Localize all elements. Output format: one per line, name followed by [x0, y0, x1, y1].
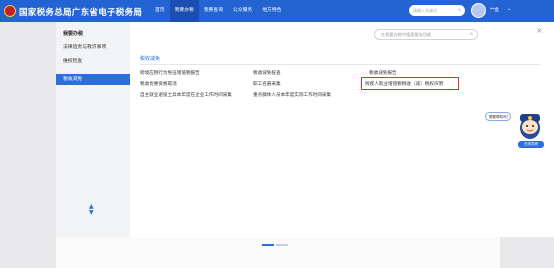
header-search-placeholder: 请输入关键词	[413, 8, 437, 13]
assistant-avatar-icon[interactable]	[516, 111, 544, 141]
link-cross-border-exemption[interactable]: 跨境应税行为免征增值税报告	[140, 70, 200, 76]
nav-tax-handling[interactable]: 我要办税	[169, 0, 199, 22]
link-relief-review[interactable]: 税收减免核查	[253, 70, 281, 76]
search-icon[interactable]: ⌕	[470, 31, 473, 37]
nav-local-feature[interactable]: 地方特色	[257, 0, 286, 22]
sidebar-item-tax-relief[interactable]: 税收减免	[56, 74, 130, 85]
panel-search-input[interactable]: 在我要办税中搜索服务功能 ⌕	[374, 29, 478, 40]
highlight-box	[361, 77, 459, 90]
tax-emblem-logo	[4, 5, 16, 17]
top-header: 国家税务总局广东省电子税务局 首页 我要办税 我要查询 公众服务 地方特色 请输…	[0, 0, 554, 22]
carousel-indicator-active[interactable]	[262, 244, 274, 246]
user-name[interactable]: **金	[490, 7, 499, 13]
lower-content-area	[56, 237, 500, 268]
main-nav: 首页 我要办税 我要查询 公众服务 地方特色	[150, 0, 286, 22]
nav-public-service[interactable]: 公众服务	[228, 0, 257, 22]
header-search-input[interactable]: 请输入关键词 ⌕	[409, 5, 465, 16]
sidebar-title: 我要办税	[63, 31, 84, 37]
site-title: 国家税务总局广东省电子税务局	[19, 8, 143, 18]
sidebar-item-rights-check[interactable]: 维权检查	[56, 56, 130, 67]
sidebar: 我要办税 法律追责与救济事项 维权检查 税收减免 ▲ ▼	[56, 22, 130, 237]
assistant-label[interactable]: 在线导税	[518, 141, 544, 148]
chevron-down-icon[interactable]: ⌄	[507, 6, 511, 12]
link-relief-report[interactable]: 税收减免报告	[369, 70, 397, 76]
nav-home[interactable]: 首页	[150, 0, 170, 22]
help-bubble[interactable]: 需要帮助吗？	[485, 112, 511, 121]
section-title: 税收减免	[140, 56, 161, 62]
search-icon[interactable]: ⌕	[458, 7, 461, 13]
scroll-arrows-icon[interactable]: ▲ ▼	[89, 204, 94, 216]
section-divider	[140, 64, 540, 65]
close-icon[interactable]: ×	[536, 26, 543, 35]
panel-search-placeholder: 在我要办税中搜索服务功能	[381, 32, 432, 37]
sidebar-item-legal-remedy[interactable]: 法律追责与救济事项	[56, 42, 130, 53]
menu-panel: 我要办税 法律追责与救济事项 维权检查 税收减免 ▲ ▼ 在我要办税中搜索服务功能…	[56, 22, 554, 237]
link-key-group-work-time[interactable]: 重点群体人员本年度实际工作时间采集	[253, 92, 331, 98]
carousel-indicator[interactable]	[276, 244, 288, 246]
link-preference-cancel[interactable]: 税收优惠资格取消	[140, 81, 177, 87]
link-employee-roster[interactable]: 职工名册采集	[253, 81, 281, 87]
nav-query[interactable]: 我要查询	[199, 0, 228, 22]
avatar[interactable]	[471, 3, 486, 18]
link-veteran-work-time[interactable]: 自主就业退役士兵本年度在企业工作时间采集	[140, 92, 232, 98]
help-bubble-text: 需要帮助吗？	[489, 114, 510, 119]
